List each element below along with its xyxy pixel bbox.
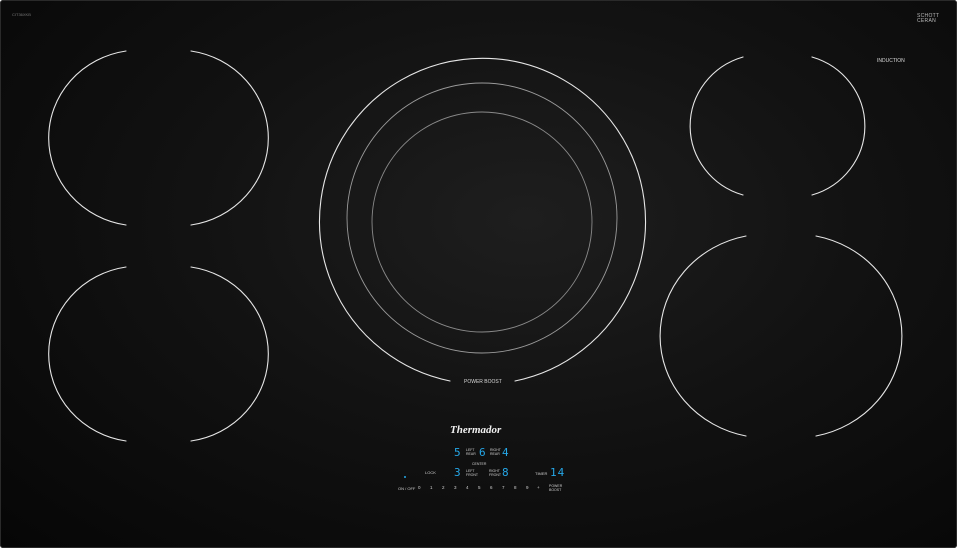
burner-right-rear-ring — [811, 56, 866, 196]
slider-level-1[interactable]: 1 — [430, 485, 433, 490]
power-boost-zone-label: POWER BOOST — [464, 379, 502, 385]
timer-display[interactable]: 14 — [550, 467, 565, 478]
left-rear-label: LEFT REAR — [466, 448, 476, 456]
center-label: CENTER — [472, 462, 487, 466]
cooktop-surface: CIT36XKB SCHOTT CERAN INDUCTION POWER BO… — [0, 0, 957, 548]
slider-level-plus[interactable]: + — [537, 485, 540, 490]
burner-right-rear-ring — [689, 56, 744, 196]
slider-level-9[interactable]: 9 — [526, 485, 529, 490]
burner-left-rear-ring — [190, 50, 269, 226]
slider-level-6[interactable]: 6 — [490, 485, 493, 490]
right-front-level-display[interactable]: 8 — [502, 467, 509, 478]
brand-logo: Thermador — [450, 424, 502, 436]
power-boost-button[interactable]: POWER BOOST — [549, 484, 562, 492]
slider-level-2[interactable]: 2 — [442, 485, 445, 490]
lock-indicator-icon — [404, 476, 406, 478]
right-rear-level-display[interactable]: 6 — [479, 447, 486, 458]
burner-left-front-ring — [48, 266, 127, 442]
burner-left-front-ring — [190, 266, 269, 442]
burner-center-inner-ring — [371, 111, 593, 333]
burner-center-middle-ring — [346, 82, 618, 354]
model-label: CIT36XKB — [12, 12, 31, 17]
glass-brand-logo: SCHOTT CERAN — [917, 13, 940, 24]
burner-left-rear-ring — [48, 50, 127, 226]
slider-level-8[interactable]: 8 — [514, 485, 517, 490]
burner-center-outer-ring — [318, 57, 647, 382]
slider-level-3[interactable]: 3 — [454, 485, 457, 490]
lock-button[interactable]: LOCK — [425, 470, 436, 475]
left-front-label: LEFT FRONT — [466, 469, 479, 477]
slider-level-0[interactable]: 0 — [418, 485, 421, 490]
right-rear-label: RIGHT REAR — [490, 448, 501, 456]
burner-right-front-ring — [659, 235, 747, 437]
center-level-display[interactable]: 4 — [502, 447, 509, 458]
slider-level-4[interactable]: 4 — [466, 485, 469, 490]
left-rear-level-display[interactable]: 5 — [454, 447, 461, 458]
burner-right-front-ring — [815, 235, 903, 437]
left-front-level-display[interactable]: 3 — [454, 467, 461, 478]
timer-button[interactable]: TIMER — [535, 471, 547, 476]
right-front-label: RIGHT FRONT — [489, 469, 502, 477]
slider-level-7[interactable]: 7 — [502, 485, 505, 490]
induction-label: INDUCTION — [877, 58, 905, 64]
power-on-off-button[interactable]: ON / OFF — [398, 486, 415, 491]
slider-level-5[interactable]: 5 — [478, 485, 481, 490]
